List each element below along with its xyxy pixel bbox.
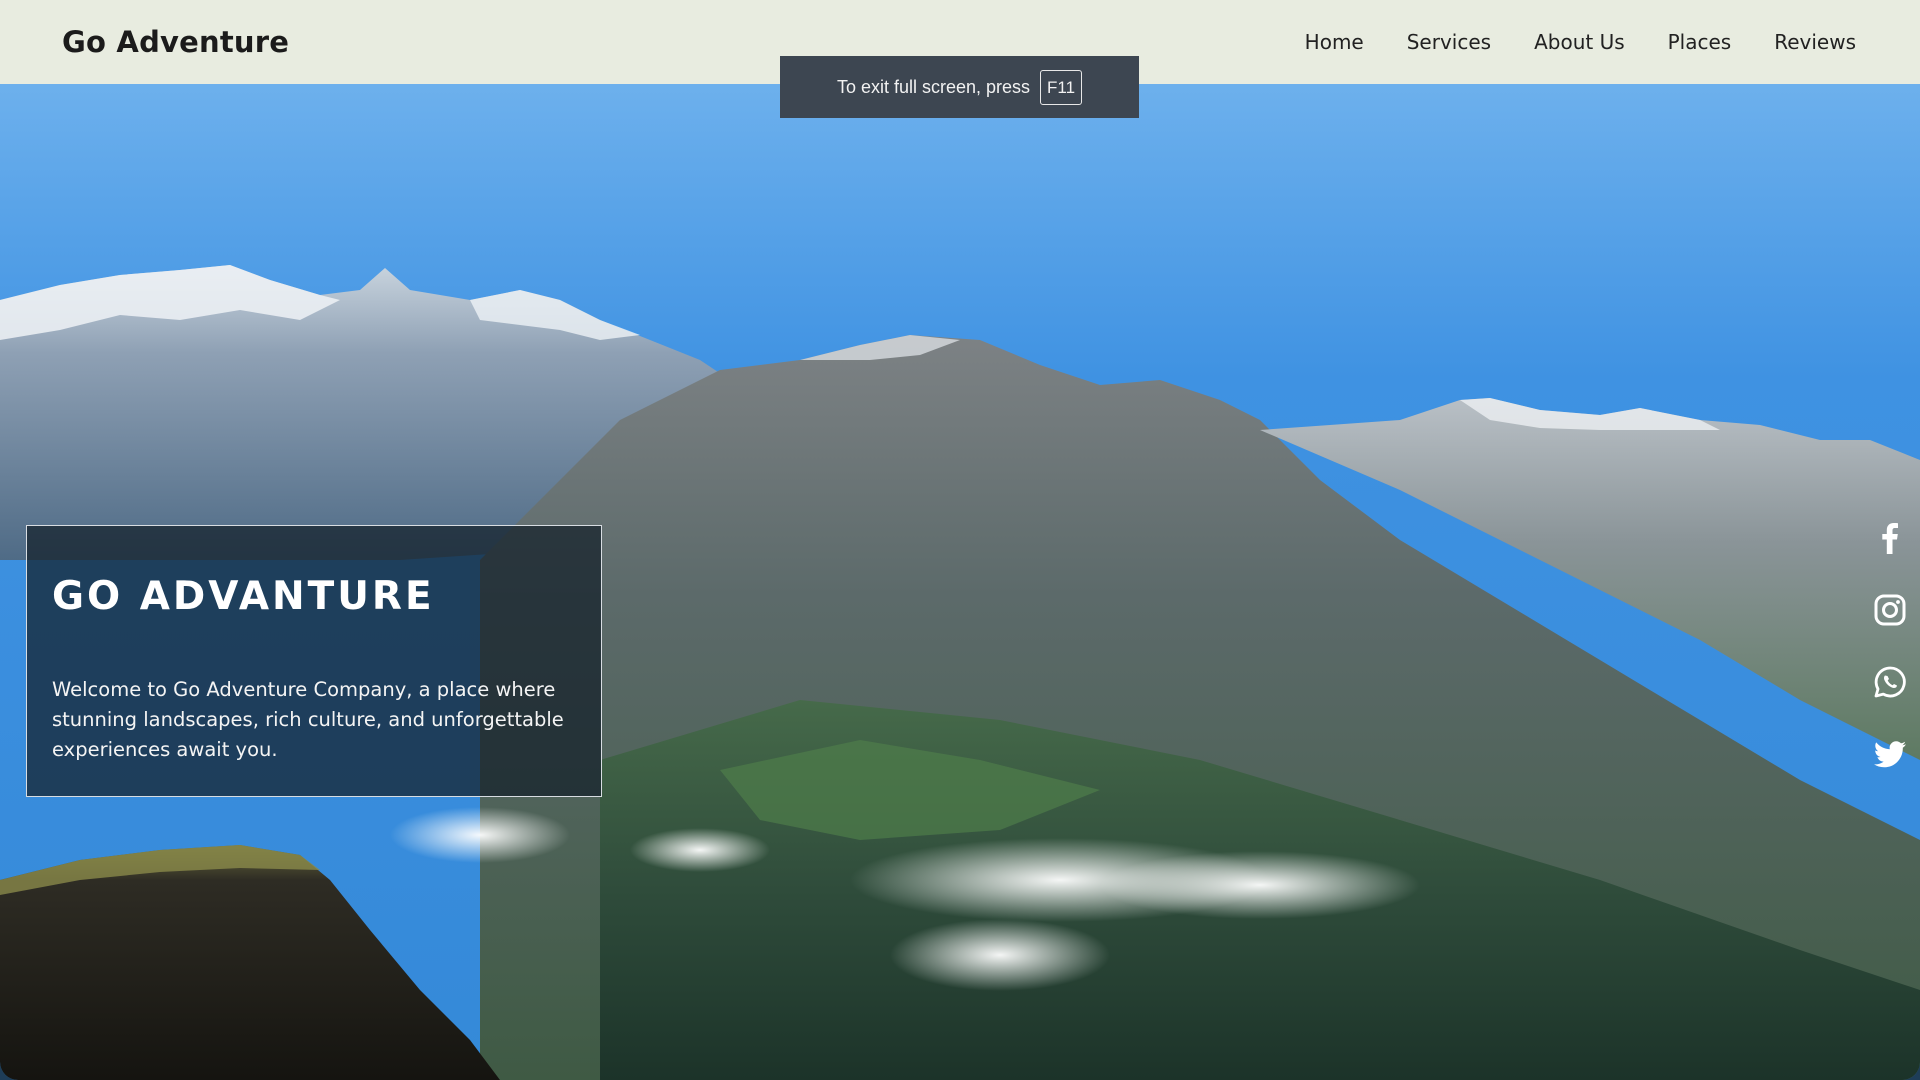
- whatsapp-link[interactable]: [1872, 664, 1908, 700]
- hero-card: GO ADVANTURE Welcome to Go Adventure Com…: [26, 525, 602, 797]
- facebook-link[interactable]: [1872, 520, 1908, 556]
- hero-title: GO ADVANTURE: [52, 574, 435, 619]
- nav-home[interactable]: Home: [1305, 30, 1364, 54]
- nav-places[interactable]: Places: [1668, 30, 1732, 54]
- nav-reviews[interactable]: Reviews: [1774, 30, 1856, 54]
- fullscreen-notice-text: To exit full screen, press: [836, 76, 1031, 97]
- instagram-link[interactable]: [1872, 592, 1908, 628]
- whatsapp-icon: [1874, 666, 1906, 698]
- main-nav: Home Services About Us Places Reviews: [1305, 30, 1858, 54]
- social-links: [1872, 520, 1908, 772]
- facebook-icon: [1882, 523, 1898, 554]
- instagram-icon: [1874, 594, 1906, 626]
- site-logo[interactable]: Go Adventure: [62, 25, 289, 59]
- nav-about-us[interactable]: About Us: [1534, 30, 1625, 54]
- fullscreen-exit-notice: To exit full screen, press F11: [780, 56, 1139, 118]
- nav-services[interactable]: Services: [1407, 30, 1491, 54]
- page: Go Adventure Home Services About Us Plac…: [0, 0, 1920, 1080]
- hero-description: Welcome to Go Adventure Company, a place…: [52, 678, 564, 761]
- twitter-icon: [1873, 741, 1906, 768]
- twitter-link[interactable]: [1872, 736, 1908, 772]
- f11-key-badge: F11: [1040, 69, 1083, 105]
